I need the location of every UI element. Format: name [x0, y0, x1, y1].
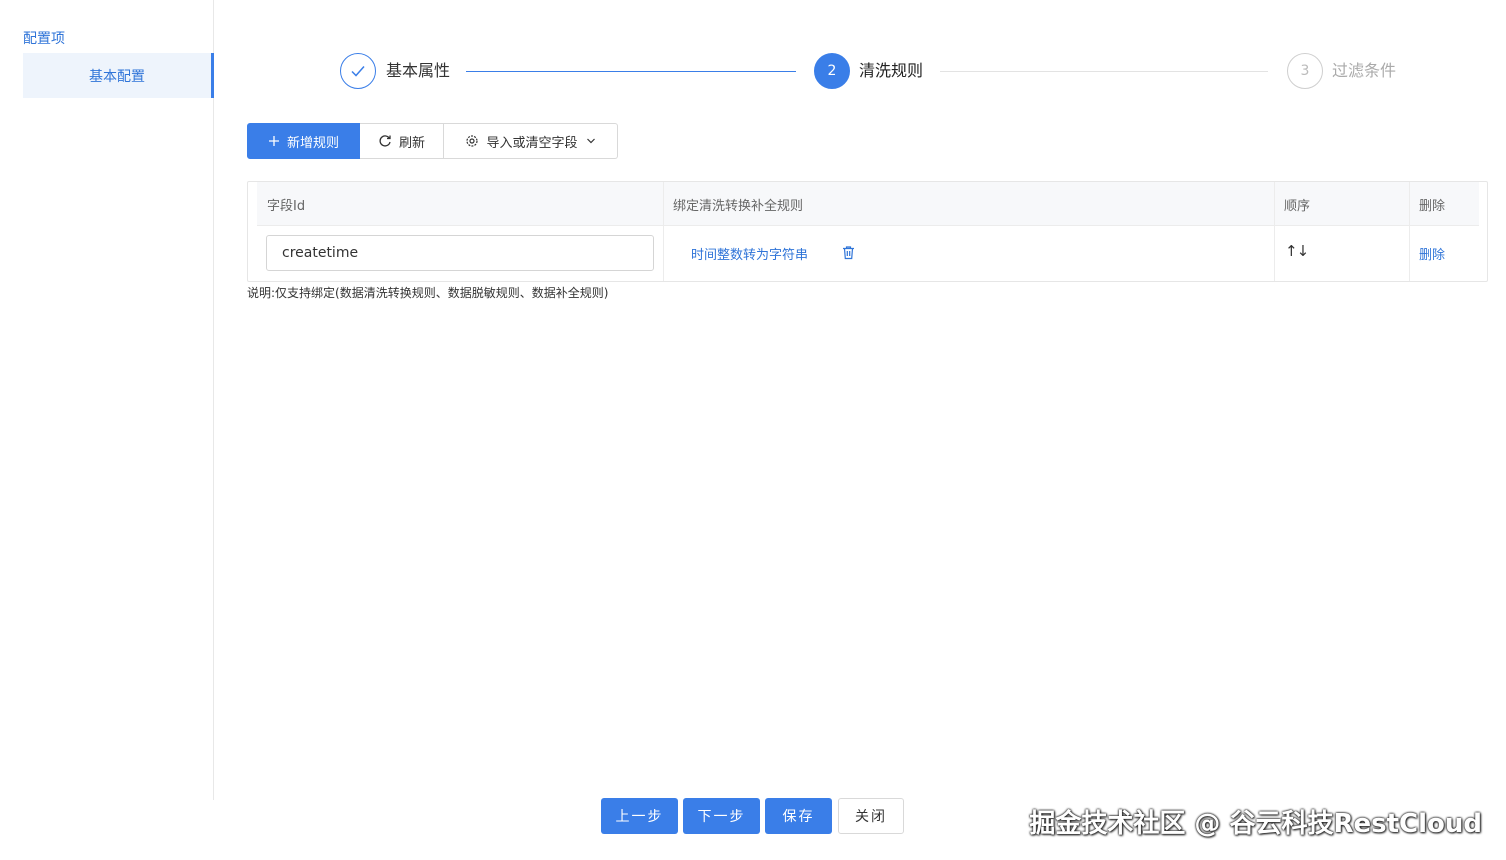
add-rule-button[interactable]: 新增规则 — [247, 123, 360, 159]
step-1-label[interactable]: 基本属性 — [386, 60, 450, 82]
header-field-id: 字段Id — [267, 198, 306, 214]
plus-icon — [268, 135, 280, 147]
step-3-number[interactable]: 3 — [1287, 53, 1323, 89]
sidebar-item-basic-config[interactable]: 基本配置 — [23, 53, 214, 98]
import-clear-label: 导入或清空字段 — [486, 135, 578, 151]
step-2-number[interactable]: 2 — [814, 53, 850, 89]
toolbar: 新增规则 刷新 导入或清空字段 — [247, 123, 618, 159]
step-3-label[interactable]: 过滤条件 — [1332, 60, 1396, 82]
chevron-down-icon — [586, 136, 596, 146]
header-delete: 删除 — [1419, 198, 1446, 214]
header-order: 顺序 — [1284, 198, 1311, 214]
refresh-label: 刷新 — [398, 135, 425, 151]
rules-table: 字段Id 绑定清洗转换补全规则 顺序 删除 时间整数转为字符串 ↑↓ 删除 — [247, 181, 1488, 282]
prev-step-button[interactable]: 上一步 — [601, 798, 678, 834]
next-step-button[interactable]: 下一步 — [683, 798, 760, 834]
column-divider — [1409, 182, 1410, 281]
delete-row-link[interactable]: 删除 — [1419, 244, 1445, 263]
gear-icon — [465, 134, 479, 148]
order-arrows[interactable]: ↑↓ — [1285, 242, 1309, 260]
step-1-check-icon[interactable] — [340, 53, 376, 89]
import-clear-fields-dropdown[interactable]: 导入或清空字段 — [444, 123, 618, 159]
sidebar-title: 配置项 — [23, 31, 65, 47]
watermark: 掘金技术社区 @ 谷云科技RestCloud — [1029, 809, 1482, 839]
field-id-input[interactable] — [266, 235, 654, 271]
close-button[interactable]: 关闭 — [838, 798, 904, 834]
trash-icon[interactable] — [841, 245, 856, 260]
binding-note: 说明:仅支持绑定(数据清洗转换规则、数据脱敏规则、数据补全规则) — [247, 286, 609, 300]
save-button[interactable]: 保存 — [765, 798, 832, 834]
bound-rule-link[interactable]: 时间整数转为字符串 — [691, 244, 808, 263]
add-rule-label: 新增规则 — [286, 135, 339, 151]
refresh-icon — [378, 134, 392, 148]
step-2-label[interactable]: 清洗规则 — [859, 60, 923, 82]
table-header: 字段Id 绑定清洗转换补全规则 顺序 删除 — [257, 182, 1479, 226]
step-connector-1 — [466, 71, 796, 72]
column-divider — [663, 182, 664, 281]
refresh-button[interactable]: 刷新 — [360, 123, 444, 159]
step-connector-2 — [940, 71, 1268, 72]
header-bind-rule: 绑定清洗转换补全规则 — [673, 198, 804, 214]
sidebar: 配置项 基本配置 — [0, 0, 214, 800]
column-divider — [1274, 182, 1275, 281]
